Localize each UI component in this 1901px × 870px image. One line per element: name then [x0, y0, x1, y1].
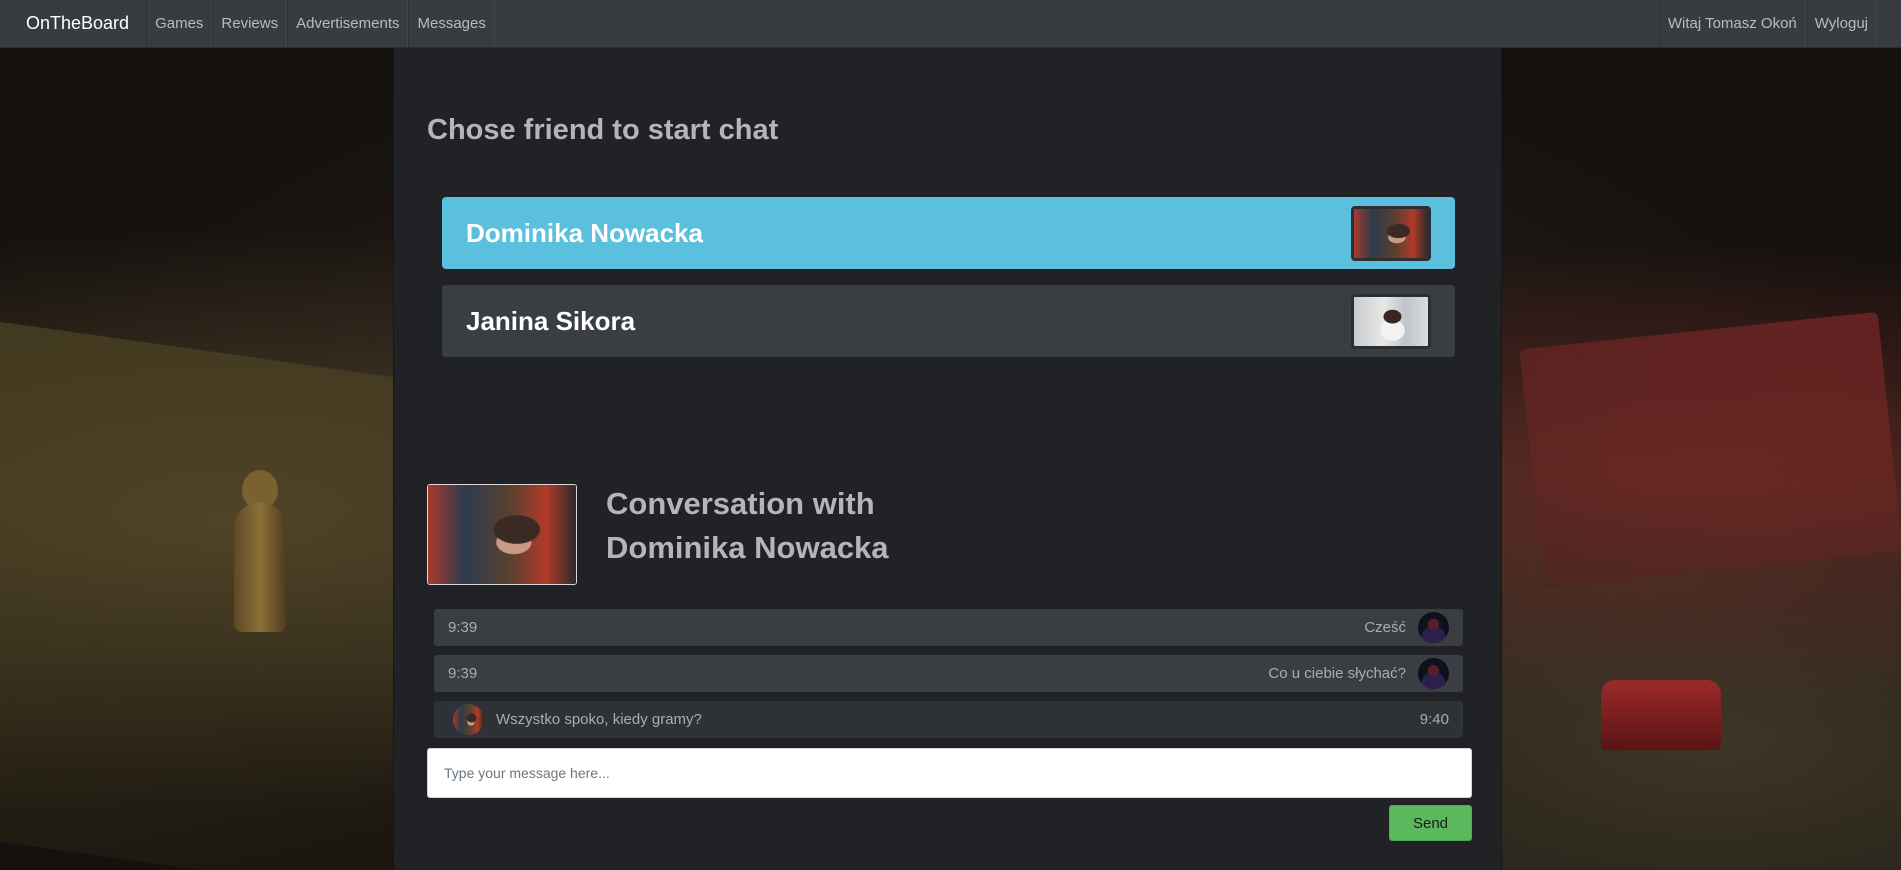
brand-logo-link[interactable]: OnTheBoard	[0, 0, 146, 47]
send-button[interactable]: Send	[1389, 805, 1472, 841]
message-text: Cześć	[1364, 619, 1406, 636]
nav-link-games[interactable]: Games	[146, 0, 213, 47]
message-row: Wszystko spoko, kiedy gramy? 9:40	[434, 701, 1463, 738]
message-text: Co u ciebie słychać?	[1268, 665, 1406, 682]
friend-item-dominika[interactable]: Dominika Nowacka	[442, 197, 1455, 269]
receiver-avatar	[453, 704, 484, 735]
background-pawn	[230, 470, 290, 632]
message-input[interactable]	[427, 748, 1472, 798]
friend-item-janina[interactable]: Janina Sikora	[442, 285, 1455, 357]
message-time: 9:39	[448, 619, 478, 636]
logout-link[interactable]: Wyloguj	[1805, 0, 1877, 47]
background-house-piece	[1601, 680, 1721, 750]
nav-link-advertisements[interactable]: Advertisements	[287, 0, 409, 47]
conversation-partner-photo	[427, 484, 577, 585]
background-cards	[1519, 311, 1901, 589]
sender-avatar	[1418, 658, 1449, 689]
conversation-title: Conversation with Dominika Nowacka	[606, 482, 1006, 570]
conversation-title-line2: Dominika Nowacka	[606, 530, 889, 565]
friend-name: Dominika Nowacka	[466, 217, 703, 248]
nav-right-group: Witaj Tomasz Okoń Wyloguj	[1658, 0, 1901, 47]
message-time: 9:39	[448, 665, 478, 682]
message-text: Wszystko spoko, kiedy gramy?	[496, 711, 702, 728]
nav-link-messages[interactable]: Messages	[408, 0, 495, 47]
page-title: Chose friend to start chat	[427, 114, 779, 146]
friend-name: Janina Sikora	[466, 305, 636, 336]
message-time: 9:40	[1419, 711, 1449, 728]
conversation-title-line1: Conversation with	[606, 486, 875, 521]
user-greeting-link[interactable]: Witaj Tomasz Okoń	[1658, 0, 1806, 47]
message-row: 9:39 Cześć	[434, 609, 1463, 646]
background-board	[0, 321, 400, 870]
message-row: 9:39 Co u ciebie słychać?	[434, 655, 1463, 692]
friend-avatar	[1351, 205, 1431, 261]
sender-avatar	[1418, 612, 1449, 643]
nav-link-reviews[interactable]: Reviews	[212, 0, 288, 47]
friend-avatar	[1351, 293, 1431, 349]
chat-panel: Chose friend to start chat Dominika Nowa…	[393, 48, 1502, 870]
top-navbar: OnTheBoard Games Reviews Advertisements …	[0, 0, 1901, 48]
